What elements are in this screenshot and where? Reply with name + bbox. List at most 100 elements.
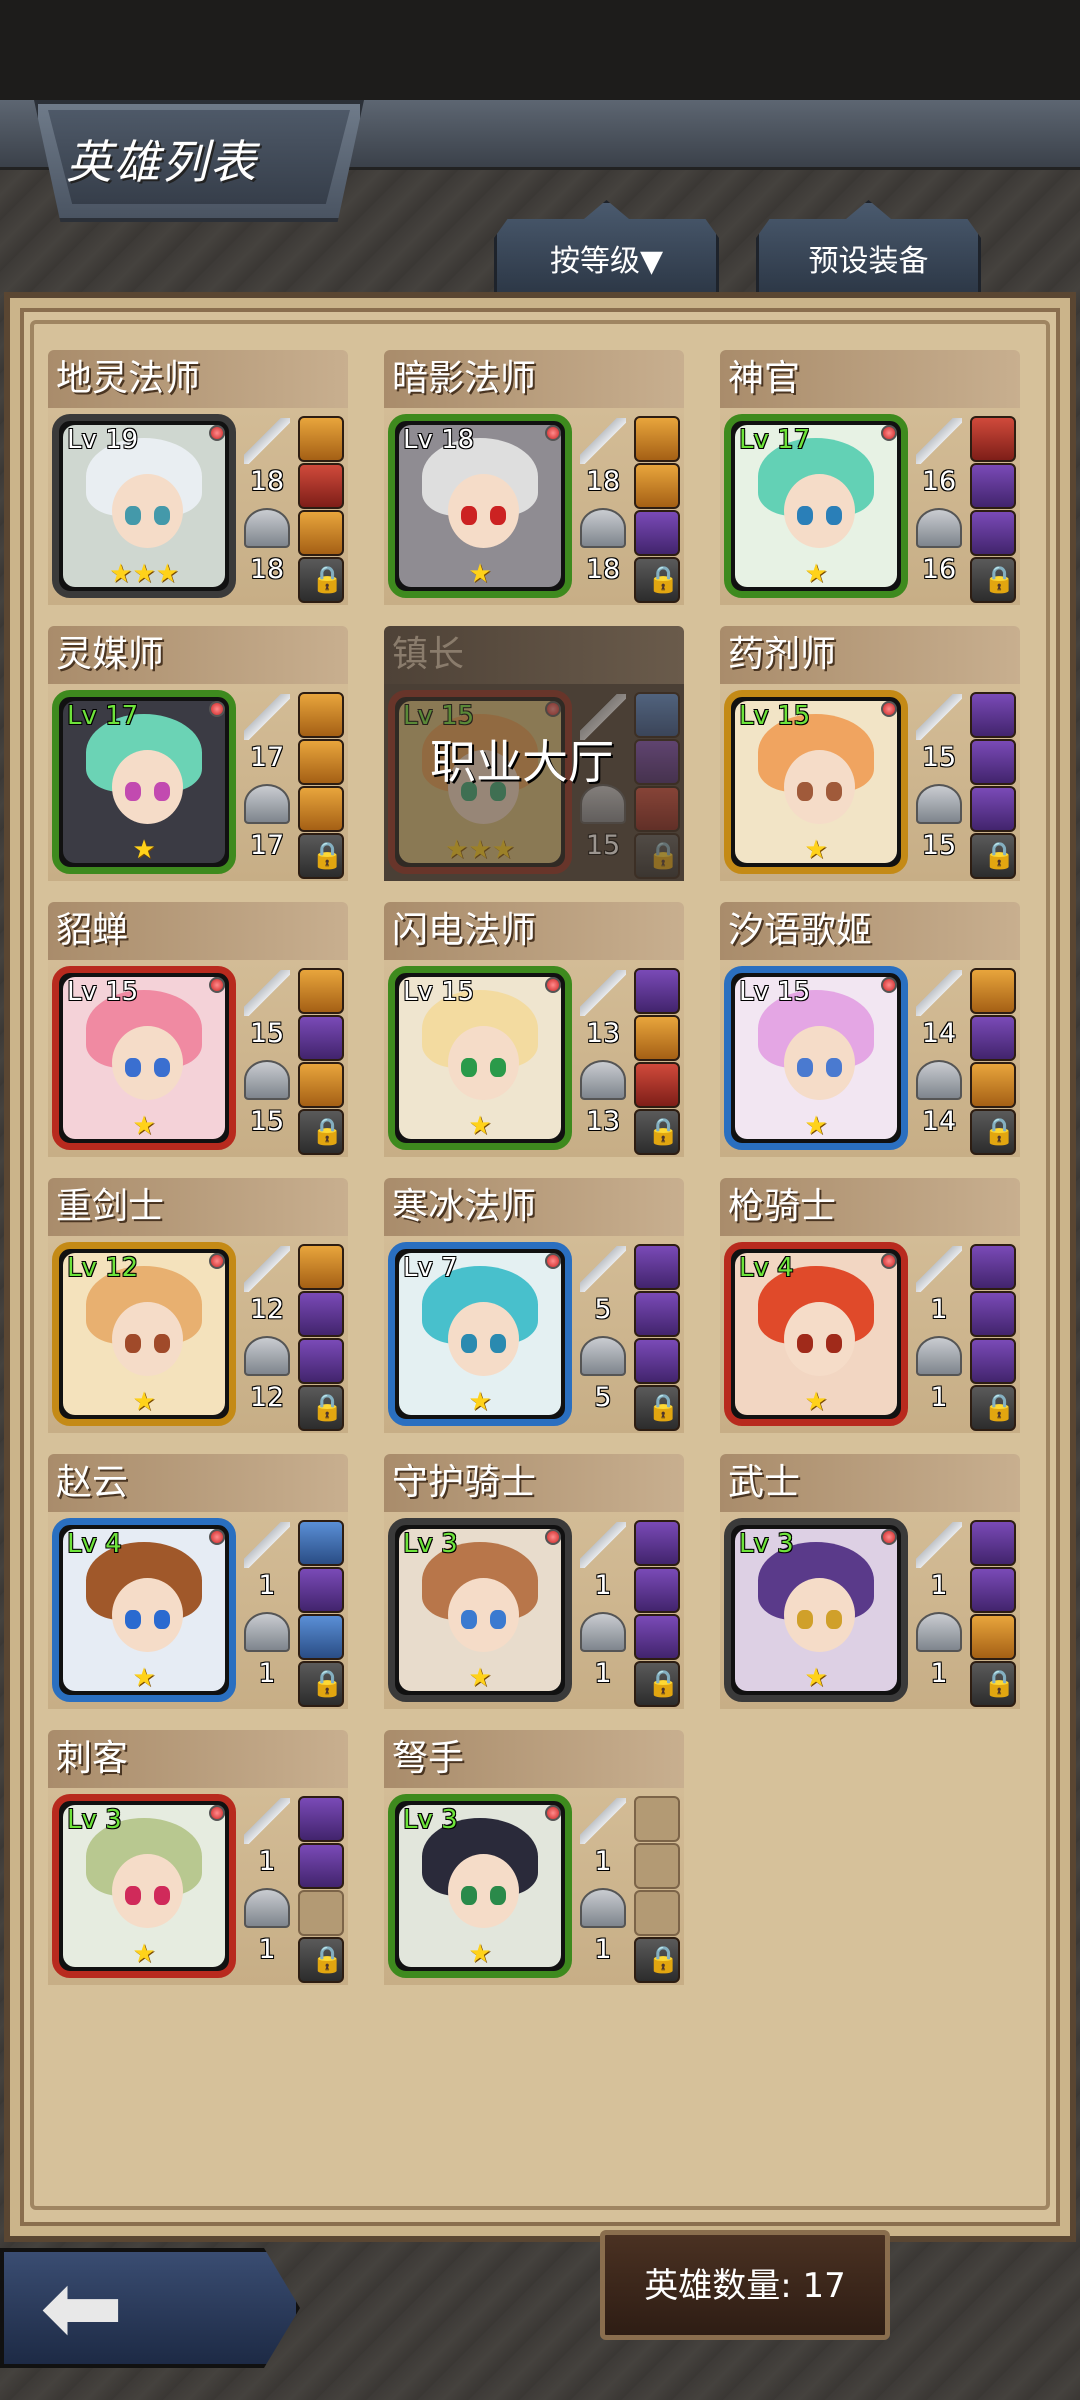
equipment-slot[interactable]: [298, 1062, 344, 1108]
hero-card[interactable]: 汐语歌姬 Lv 15 ★ 14 14 🔒: [720, 902, 1020, 1157]
empty-equipment-slot[interactable]: [634, 1796, 680, 1842]
locked-slot[interactable]: 🔒: [970, 1109, 1016, 1155]
hero-portrait[interactable]: Lv 3 ★: [388, 1794, 572, 1978]
equipment-slot[interactable]: [298, 968, 344, 1014]
equipment-slot[interactable]: [634, 786, 680, 832]
hero-card[interactable]: 武士 Lv 3 ★ 1 1 🔒: [720, 1454, 1020, 1709]
equipment-slot[interactable]: [298, 1520, 344, 1566]
hero-portrait[interactable]: Lv 4 ★: [724, 1242, 908, 1426]
locked-slot[interactable]: 🔒: [634, 1385, 680, 1431]
equipment-slot[interactable]: [634, 463, 680, 509]
hero-card[interactable]: 刺客 Lv 3 ★ 1 1 🔒: [48, 1730, 348, 1985]
locked-slot[interactable]: 🔒: [298, 557, 344, 603]
hero-portrait[interactable]: Lv 15 ★: [724, 690, 908, 874]
equipment-slot[interactable]: [298, 692, 344, 738]
locked-slot[interactable]: 🔒: [970, 1661, 1016, 1707]
equipment-slot[interactable]: [970, 1338, 1016, 1384]
equipment-slot[interactable]: [970, 416, 1016, 462]
locked-slot[interactable]: 🔒: [634, 557, 680, 603]
hero-card[interactable]: 重剑士 Lv 12 ★ 12 12 🔒: [48, 1178, 348, 1433]
equipment-slot[interactable]: [298, 786, 344, 832]
equipment-slot[interactable]: [634, 1244, 680, 1290]
hero-portrait[interactable]: Lv 3 ★: [52, 1794, 236, 1978]
equipment-slot[interactable]: [634, 1567, 680, 1613]
hero-card[interactable]: 弩手 Lv 3 ★ 1 1 🔒: [384, 1730, 684, 1985]
equipment-slot[interactable]: [970, 1244, 1016, 1290]
equipment-slot[interactable]: [634, 1015, 680, 1061]
hero-portrait[interactable]: Lv 7 ★: [388, 1242, 572, 1426]
empty-equipment-slot[interactable]: [634, 1890, 680, 1936]
hero-portrait[interactable]: Lv 12 ★: [52, 1242, 236, 1426]
hero-portrait[interactable]: Lv 19 ★★★: [52, 414, 236, 598]
equipment-slot[interactable]: [634, 1291, 680, 1337]
hero-portrait[interactable]: Lv 18 ★: [388, 414, 572, 598]
hero-card[interactable]: 药剂师 Lv 15 ★ 15 15 🔒: [720, 626, 1020, 881]
equipment-slot[interactable]: [298, 1614, 344, 1660]
equipment-slot[interactable]: [970, 1567, 1016, 1613]
hero-card[interactable]: 赵云 Lv 4 ★ 1 1 🔒: [48, 1454, 348, 1709]
equipment-slot[interactable]: [634, 739, 680, 785]
equipment-slot[interactable]: [298, 1244, 344, 1290]
hero-card[interactable]: 寒冰法师 Lv 7 ★ 5 5 🔒: [384, 1178, 684, 1433]
equipment-slot[interactable]: [970, 1062, 1016, 1108]
locked-slot[interactable]: 🔒: [634, 1937, 680, 1983]
equipment-slot[interactable]: [298, 463, 344, 509]
equipment-slot[interactable]: [298, 1567, 344, 1613]
equipment-slot[interactable]: [970, 692, 1016, 738]
hero-card[interactable]: 暗影法师 Lv 18 ★ 18 18 🔒: [384, 350, 684, 605]
hero-card[interactable]: 闪电法师 Lv 15 ★ 13 13 🔒: [384, 902, 684, 1157]
equipment-slot[interactable]: [298, 510, 344, 556]
hero-portrait[interactable]: Lv 4 ★: [52, 1518, 236, 1702]
equipment-slot[interactable]: [970, 968, 1016, 1014]
equipment-slot[interactable]: [298, 1015, 344, 1061]
class-hall-label[interactable]: 职业大厅: [430, 726, 614, 792]
hero-card[interactable]: 貂蝉 Lv 15 ★ 15 15 🔒: [48, 902, 348, 1157]
locked-slot[interactable]: 🔒: [298, 1109, 344, 1155]
equipment-slot[interactable]: [634, 416, 680, 462]
hero-card[interactable]: 枪骑士 Lv 4 ★ 1 1 🔒: [720, 1178, 1020, 1433]
hero-portrait[interactable]: Lv 17 ★: [52, 690, 236, 874]
hero-portrait[interactable]: Lv 17 ★: [724, 414, 908, 598]
equipment-slot[interactable]: [970, 1291, 1016, 1337]
equipment-slot[interactable]: [634, 1338, 680, 1384]
empty-equipment-slot[interactable]: [634, 1843, 680, 1889]
empty-equipment-slot[interactable]: [298, 1890, 344, 1936]
equipment-slot[interactable]: [970, 1520, 1016, 1566]
equipment-slot[interactable]: [298, 1291, 344, 1337]
locked-slot[interactable]: 🔒: [970, 833, 1016, 879]
locked-slot[interactable]: 🔒: [970, 1385, 1016, 1431]
equipment-slot[interactable]: [970, 463, 1016, 509]
locked-slot[interactable]: 🔒: [634, 1661, 680, 1707]
locked-slot[interactable]: 🔒: [970, 557, 1016, 603]
equipment-slot[interactable]: [634, 1062, 680, 1108]
hero-card[interactable]: 灵媒师 Lv 17 ★ 17 17 🔒: [48, 626, 348, 881]
locked-slot[interactable]: 🔒: [298, 1661, 344, 1707]
hero-card[interactable]: 镇长 Lv 15 ★★★ 15 🔒 职业大厅: [384, 626, 684, 881]
equipment-slot[interactable]: [970, 739, 1016, 785]
locked-slot[interactable]: 🔒: [634, 1109, 680, 1155]
equipment-slot[interactable]: [298, 1843, 344, 1889]
equipment-slot[interactable]: [298, 1796, 344, 1842]
hero-card[interactable]: 守护骑士 Lv 3 ★ 1 1 🔒: [384, 1454, 684, 1709]
equipment-slot[interactable]: [970, 1015, 1016, 1061]
equipment-slot[interactable]: [634, 1614, 680, 1660]
equipment-slot[interactable]: [298, 416, 344, 462]
locked-slot[interactable]: 🔒: [634, 833, 680, 879]
equipment-slot[interactable]: [298, 739, 344, 785]
equipment-slot[interactable]: [970, 1614, 1016, 1660]
hero-card[interactable]: 地灵法师 Lv 19 ★★★ 18 18 🔒: [48, 350, 348, 605]
hero-portrait[interactable]: Lv 15 ★: [52, 966, 236, 1150]
equipment-slot[interactable]: [298, 1338, 344, 1384]
equipment-slot[interactable]: [634, 692, 680, 738]
equipment-slot[interactable]: [634, 510, 680, 556]
locked-slot[interactable]: 🔒: [298, 1937, 344, 1983]
locked-slot[interactable]: 🔒: [298, 833, 344, 879]
locked-slot[interactable]: 🔒: [298, 1385, 344, 1431]
equipment-slot[interactable]: [634, 1520, 680, 1566]
equipment-slot[interactable]: [970, 510, 1016, 556]
hero-card[interactable]: 神官 Lv 17 ★ 16 16 🔒: [720, 350, 1020, 605]
hero-portrait[interactable]: Lv 15 ★: [724, 966, 908, 1150]
hero-portrait[interactable]: Lv 15 ★: [388, 966, 572, 1150]
hero-portrait[interactable]: Lv 3 ★: [388, 1518, 572, 1702]
equipment-slot[interactable]: [634, 968, 680, 1014]
